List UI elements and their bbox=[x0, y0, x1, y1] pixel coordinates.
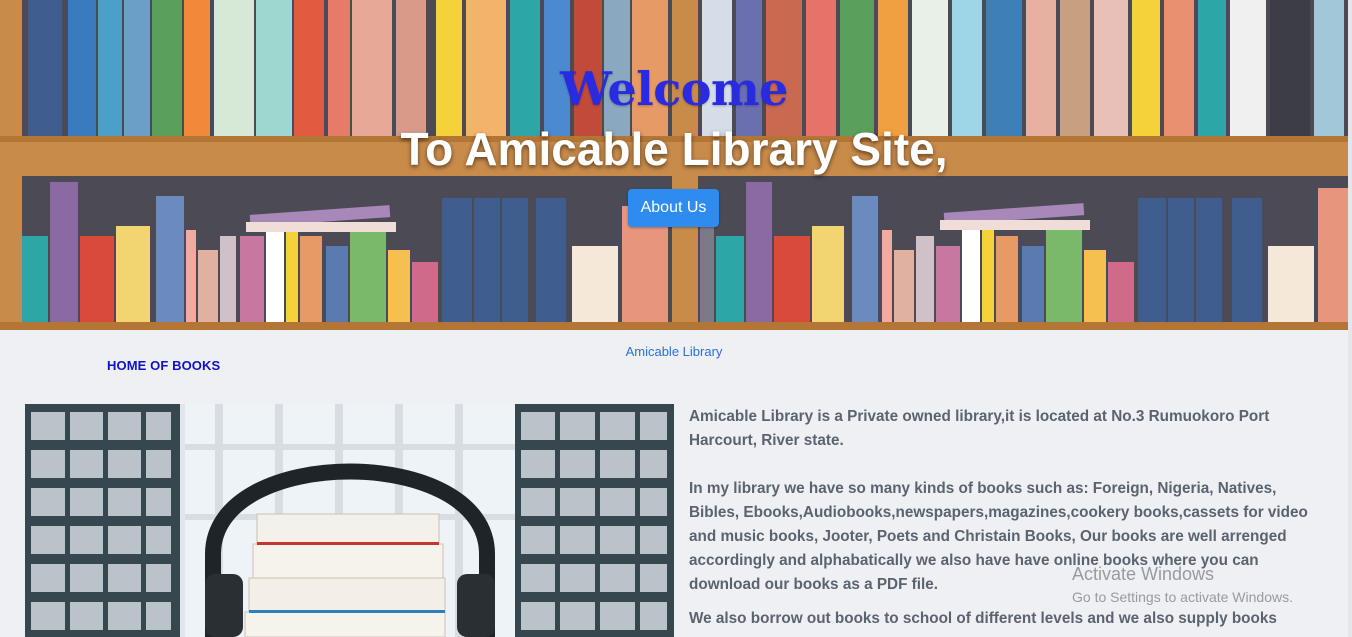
activate-windows-watermark: Activate Windows Go to Settings to activ… bbox=[1072, 564, 1293, 605]
hero-text: Welcome To Amicable Library Site, About … bbox=[0, 0, 1348, 330]
hero-banner: Welcome To Amicable Library Site, About … bbox=[0, 0, 1348, 330]
scrollbar[interactable] bbox=[1348, 0, 1352, 637]
home-of-books-label[interactable]: HOME OF BOOKS bbox=[107, 358, 220, 373]
site-subtitle: To Amicable Library Site, bbox=[400, 123, 948, 175]
services-paragraph: We also borrow out books to school of di… bbox=[689, 610, 1277, 627]
headphones-on-books-photo bbox=[25, 404, 674, 637]
intro-paragraph: Amicable Library is a Private owned libr… bbox=[689, 408, 1270, 449]
welcome-heading: Welcome bbox=[560, 62, 788, 116]
watermark-title: Activate Windows bbox=[1072, 564, 1215, 584]
brand-link[interactable]: Amicable Library bbox=[0, 344, 1348, 359]
about-us-button[interactable]: About Us bbox=[628, 189, 719, 227]
watermark-subtitle: Go to Settings to activate Windows. bbox=[1072, 589, 1293, 605]
